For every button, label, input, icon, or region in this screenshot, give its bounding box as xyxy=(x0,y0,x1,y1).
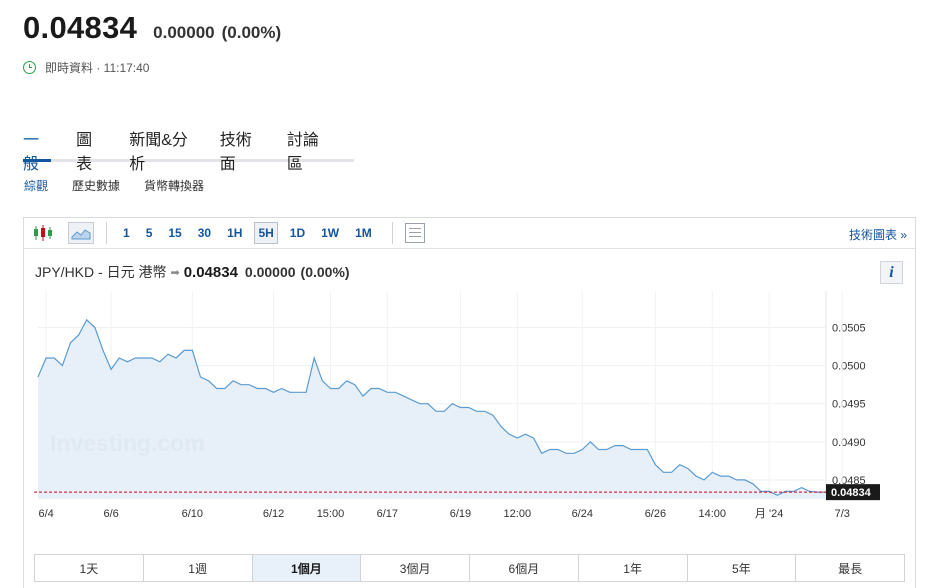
x-tick-label: 14:00 xyxy=(699,508,727,520)
x-tick-label: 6/10 xyxy=(182,508,203,520)
last-price: 0.04834 xyxy=(23,10,138,45)
y-tick-label: 0.0505 xyxy=(832,322,866,334)
range-3m[interactable]: 3個月 xyxy=(361,555,470,581)
tab-discussion[interactable]: 討論區 xyxy=(287,124,329,173)
price-change: 0.00000 xyxy=(153,23,215,42)
x-tick-label: 12:00 xyxy=(504,508,532,520)
subtab-currency-converter[interactable]: 貨幣轉換器 xyxy=(144,177,204,194)
range-5y[interactable]: 5年 xyxy=(687,555,797,581)
x-tick-label: 6/24 xyxy=(572,508,593,520)
tab-chart[interactable]: 圖表 xyxy=(76,124,104,173)
x-tick-label: 6/4 xyxy=(38,508,53,520)
price-change-percent: (0.00%) xyxy=(221,23,282,42)
y-tick-label: 0.0500 xyxy=(832,361,866,373)
range-1m[interactable]: 1個月 xyxy=(252,555,362,581)
x-tick-label: 6/26 xyxy=(645,508,666,520)
main-tabs: 一般 圖表 新聞&分析 技術面 討論區 xyxy=(23,124,354,173)
clock-icon xyxy=(23,61,36,74)
price-chart[interactable]: 0.04850.04900.04950.05000.05056/4 6/6 6/10… xyxy=(24,218,917,553)
subtab-overview[interactable]: 綜觀 xyxy=(24,177,48,194)
range-1y[interactable]: 1年 xyxy=(578,555,688,581)
tab-technical[interactable]: 技術面 xyxy=(220,124,262,173)
time-range-selector: 1天 1週 1個月 3個月 6個月 1年 5年 最長 xyxy=(34,554,905,582)
current-price-label: 0.04834 xyxy=(831,487,872,499)
x-tick-label: 6/12 xyxy=(263,508,284,520)
price-area xyxy=(38,319,826,499)
x-tick-label: 15:00 xyxy=(317,508,345,520)
x-tick-label: 6/6 xyxy=(103,508,118,520)
range-6m[interactable]: 6個月 xyxy=(470,555,579,581)
tab-general[interactable]: 一般 xyxy=(23,124,52,173)
x-tick-label: 6/19 xyxy=(450,508,471,520)
y-tick-label: 0.0495 xyxy=(832,399,866,411)
x-tick-label: 月 '24 xyxy=(755,508,783,520)
realtime-status: 即時資料 · 11:17:40 xyxy=(23,59,150,76)
x-tick-label: 6/17 xyxy=(377,508,398,520)
chart-panel: 1 5 15 30 1H 5H 1D 1W 1M 技術圖表 » JPY/HKD … xyxy=(23,217,916,588)
realtime-label: 即時資料 · 11:17:40 xyxy=(45,61,150,75)
range-1d[interactable]: 1天 xyxy=(35,555,144,581)
x-tick-label: 7/3 xyxy=(835,508,850,520)
sub-tabs: 綜觀 歷史數據 貨幣轉換器 xyxy=(24,177,228,194)
range-max[interactable]: 最長 xyxy=(796,555,904,581)
y-tick-label: 0.0490 xyxy=(832,437,866,449)
price-row: 0.04834 0.00000 (0.00%) xyxy=(23,10,281,46)
tab-news-analysis[interactable]: 新聞&分析 xyxy=(129,124,195,173)
subtab-historical-data[interactable]: 歷史數據 xyxy=(72,177,120,194)
range-1w[interactable]: 1週 xyxy=(143,555,253,581)
